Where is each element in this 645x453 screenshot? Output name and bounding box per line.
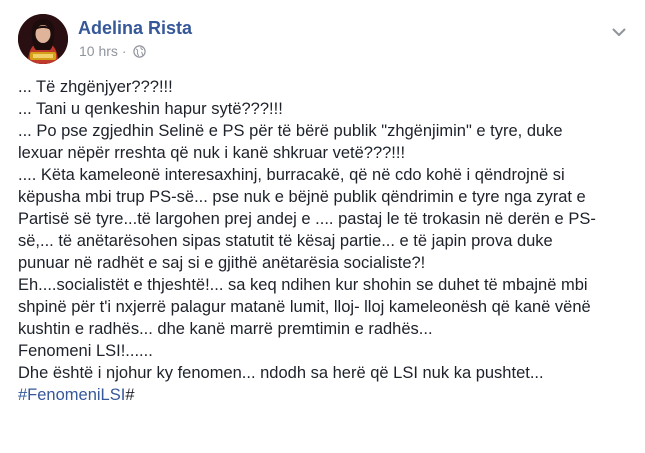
post-text-line: Fenomeni LSI!...... [18,342,153,360]
post-text-line: ... Të zhgënjyer???!!! [18,78,173,96]
author-name-link[interactable]: Adelina Rista [78,18,192,39]
post-body: ... Të zhgënjyer???!!! ... Tani u qenkes… [18,76,633,406]
post-text-line: Dhe është i njohur ky fenomen... ndodh s… [18,364,544,382]
post-text-line: këpusha mbi trup PS-së... pse nuk e bëjn… [18,188,586,206]
globe-icon[interactable] [132,44,146,58]
post-text-line: .... Këta kameleonë interesaxhinj, burra… [18,166,565,184]
post-meta: 10 hrs · [79,42,146,60]
post-text-line: lexuar nëpër rreshta që nuk i kanë shkru… [18,144,406,162]
avatar-portrait-image [18,14,68,64]
hashtag-suffix: # [125,386,135,404]
post-text-line: shpinë për t'i nxjerrë palagur matanë lu… [18,298,591,316]
hashtag-link[interactable]: #FenomeniLSI [18,386,125,404]
facebook-post: Adelina Rista 10 hrs · ... Të zhgënjyer?… [0,0,645,453]
post-text-line: Partisë së tyre...të largohen prej andej… [18,210,596,228]
post-text-line: ... Po pse zgjedhin Selinë e PS për të b… [18,122,563,140]
hashtag-line: #FenomeniLSI# [18,384,633,406]
post-text-line: ... Tani u qenkeshin hapur sytë???!!! [18,100,283,118]
post-text-line: Eh....socialistët e thjeshtë!... sa keq … [18,276,588,294]
more-options-chevron-icon[interactable] [607,22,631,42]
post-timestamp[interactable]: 10 hrs [79,43,118,59]
author-avatar[interactable] [18,14,68,64]
post-text-line: kushtin e radhës... dhe kanë marrë premt… [18,320,433,338]
post-text-line: punuar në radhët e saj si e gjithë anëta… [18,254,426,272]
post-text-line: së,... të anëtarësohen sipas statutit të… [18,232,553,250]
meta-separator: · [121,43,127,59]
post-header: Adelina Rista 10 hrs · [18,14,635,64]
